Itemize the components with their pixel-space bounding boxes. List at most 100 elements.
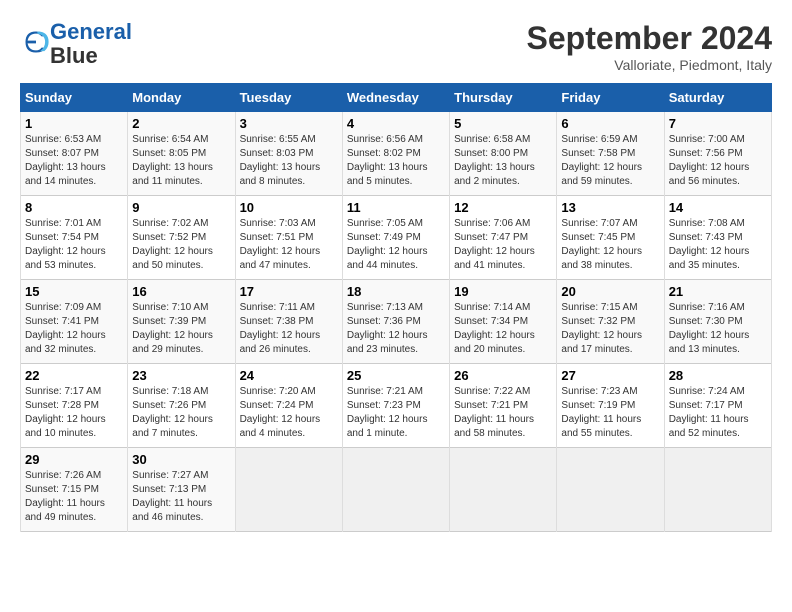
day-cell: 19 Sunrise: 7:14 AM Sunset: 7:34 PM Dayl… [450,280,557,364]
logo-line2: Blue [50,43,98,68]
day-info: Sunrise: 7:21 AM Sunset: 7:23 PM Dayligh… [347,385,445,441]
day-info: Sunrise: 7:16 AM Sunset: 7:30 PM Dayligh… [669,301,767,357]
day-number: 20 [561,284,659,299]
day-info: Sunrise: 7:23 AM Sunset: 7:19 PM Dayligh… [561,385,659,441]
day-number: 27 [561,368,659,383]
day-info: Sunrise: 7:14 AM Sunset: 7:34 PM Dayligh… [454,301,552,357]
day-cell: 24 Sunrise: 7:20 AM Sunset: 7:24 PM Dayl… [235,364,342,448]
calendar-table: SundayMondayTuesdayWednesdayThursdayFrid… [20,83,772,532]
header-cell-monday: Monday [128,84,235,112]
day-info: Sunrise: 6:55 AM Sunset: 8:03 PM Dayligh… [240,133,338,189]
day-number: 4 [347,116,445,131]
logo: General Blue [20,20,132,68]
day-number: 19 [454,284,552,299]
calendar-body: 1 Sunrise: 6:53 AM Sunset: 8:07 PM Dayli… [21,112,772,532]
day-info: Sunrise: 6:53 AM Sunset: 8:07 PM Dayligh… [25,133,123,189]
page-header: General Blue September 2024 Valloriate, … [20,20,772,73]
week-row-5: 29 Sunrise: 7:26 AM Sunset: 7:15 PM Dayl… [21,448,772,532]
day-number: 6 [561,116,659,131]
day-cell: 23 Sunrise: 7:18 AM Sunset: 7:26 PM Dayl… [128,364,235,448]
day-cell: 26 Sunrise: 7:22 AM Sunset: 7:21 PM Dayl… [450,364,557,448]
day-info: Sunrise: 6:59 AM Sunset: 7:58 PM Dayligh… [561,133,659,189]
day-cell: 13 Sunrise: 7:07 AM Sunset: 7:45 PM Dayl… [557,196,664,280]
day-cell: 30 Sunrise: 7:27 AM Sunset: 7:13 PM Dayl… [128,448,235,532]
header-cell-tuesday: Tuesday [235,84,342,112]
title-block: September 2024 Valloriate, Piedmont, Ita… [527,20,772,73]
day-number: 5 [454,116,552,131]
day-number: 29 [25,452,123,467]
day-info: Sunrise: 7:07 AM Sunset: 7:45 PM Dayligh… [561,217,659,273]
day-cell [235,448,342,532]
day-number: 15 [25,284,123,299]
day-cell: 14 Sunrise: 7:08 AM Sunset: 7:43 PM Dayl… [664,196,771,280]
day-info: Sunrise: 7:17 AM Sunset: 7:28 PM Dayligh… [25,385,123,441]
day-info: Sunrise: 6:58 AM Sunset: 8:00 PM Dayligh… [454,133,552,189]
day-cell: 9 Sunrise: 7:02 AM Sunset: 7:52 PM Dayli… [128,196,235,280]
day-number: 17 [240,284,338,299]
day-number: 22 [25,368,123,383]
day-number: 18 [347,284,445,299]
day-info: Sunrise: 7:01 AM Sunset: 7:54 PM Dayligh… [25,217,123,273]
day-cell [450,448,557,532]
day-info: Sunrise: 7:03 AM Sunset: 7:51 PM Dayligh… [240,217,338,273]
day-cell: 11 Sunrise: 7:05 AM Sunset: 7:49 PM Dayl… [342,196,449,280]
day-cell: 4 Sunrise: 6:56 AM Sunset: 8:02 PM Dayli… [342,112,449,196]
day-cell [342,448,449,532]
day-info: Sunrise: 7:08 AM Sunset: 7:43 PM Dayligh… [669,217,767,273]
day-number: 24 [240,368,338,383]
location: Valloriate, Piedmont, Italy [527,57,772,73]
day-number: 25 [347,368,445,383]
week-row-2: 8 Sunrise: 7:01 AM Sunset: 7:54 PM Dayli… [21,196,772,280]
day-cell: 28 Sunrise: 7:24 AM Sunset: 7:17 PM Dayl… [664,364,771,448]
day-cell: 15 Sunrise: 7:09 AM Sunset: 7:41 PM Dayl… [21,280,128,364]
day-number: 14 [669,200,767,215]
calendar-header: SundayMondayTuesdayWednesdayThursdayFrid… [21,84,772,112]
week-row-4: 22 Sunrise: 7:17 AM Sunset: 7:28 PM Dayl… [21,364,772,448]
day-cell: 1 Sunrise: 6:53 AM Sunset: 8:07 PM Dayli… [21,112,128,196]
header-cell-thursday: Thursday [450,84,557,112]
week-row-1: 1 Sunrise: 6:53 AM Sunset: 8:07 PM Dayli… [21,112,772,196]
day-cell [664,448,771,532]
day-number: 26 [454,368,552,383]
day-number: 2 [132,116,230,131]
header-cell-saturday: Saturday [664,84,771,112]
day-cell [557,448,664,532]
day-info: Sunrise: 7:27 AM Sunset: 7:13 PM Dayligh… [132,469,230,525]
day-cell: 20 Sunrise: 7:15 AM Sunset: 7:32 PM Dayl… [557,280,664,364]
day-number: 11 [347,200,445,215]
day-cell: 16 Sunrise: 7:10 AM Sunset: 7:39 PM Dayl… [128,280,235,364]
day-number: 1 [25,116,123,131]
day-cell: 25 Sunrise: 7:21 AM Sunset: 7:23 PM Dayl… [342,364,449,448]
day-number: 8 [25,200,123,215]
day-info: Sunrise: 6:54 AM Sunset: 8:05 PM Dayligh… [132,133,230,189]
header-cell-wednesday: Wednesday [342,84,449,112]
day-info: Sunrise: 7:00 AM Sunset: 7:56 PM Dayligh… [669,133,767,189]
month-title: September 2024 [527,20,772,57]
day-info: Sunrise: 7:22 AM Sunset: 7:21 PM Dayligh… [454,385,552,441]
day-info: Sunrise: 7:05 AM Sunset: 7:49 PM Dayligh… [347,217,445,273]
day-cell: 29 Sunrise: 7:26 AM Sunset: 7:15 PM Dayl… [21,448,128,532]
day-cell: 27 Sunrise: 7:23 AM Sunset: 7:19 PM Dayl… [557,364,664,448]
day-info: Sunrise: 7:09 AM Sunset: 7:41 PM Dayligh… [25,301,123,357]
day-cell: 7 Sunrise: 7:00 AM Sunset: 7:56 PM Dayli… [664,112,771,196]
header-cell-sunday: Sunday [21,84,128,112]
day-cell: 12 Sunrise: 7:06 AM Sunset: 7:47 PM Dayl… [450,196,557,280]
day-cell: 2 Sunrise: 6:54 AM Sunset: 8:05 PM Dayli… [128,112,235,196]
day-number: 23 [132,368,230,383]
day-info: Sunrise: 7:24 AM Sunset: 7:17 PM Dayligh… [669,385,767,441]
logo-line1: General [50,19,132,44]
day-info: Sunrise: 7:10 AM Sunset: 7:39 PM Dayligh… [132,301,230,357]
day-info: Sunrise: 7:18 AM Sunset: 7:26 PM Dayligh… [132,385,230,441]
day-info: Sunrise: 6:56 AM Sunset: 8:02 PM Dayligh… [347,133,445,189]
day-number: 12 [454,200,552,215]
day-number: 13 [561,200,659,215]
day-number: 16 [132,284,230,299]
day-info: Sunrise: 7:02 AM Sunset: 7:52 PM Dayligh… [132,217,230,273]
header-cell-friday: Friday [557,84,664,112]
day-cell: 6 Sunrise: 6:59 AM Sunset: 7:58 PM Dayli… [557,112,664,196]
day-cell: 10 Sunrise: 7:03 AM Sunset: 7:51 PM Dayl… [235,196,342,280]
day-info: Sunrise: 7:13 AM Sunset: 7:36 PM Dayligh… [347,301,445,357]
header-row: SundayMondayTuesdayWednesdayThursdayFrid… [21,84,772,112]
day-cell: 22 Sunrise: 7:17 AM Sunset: 7:28 PM Dayl… [21,364,128,448]
day-info: Sunrise: 7:20 AM Sunset: 7:24 PM Dayligh… [240,385,338,441]
